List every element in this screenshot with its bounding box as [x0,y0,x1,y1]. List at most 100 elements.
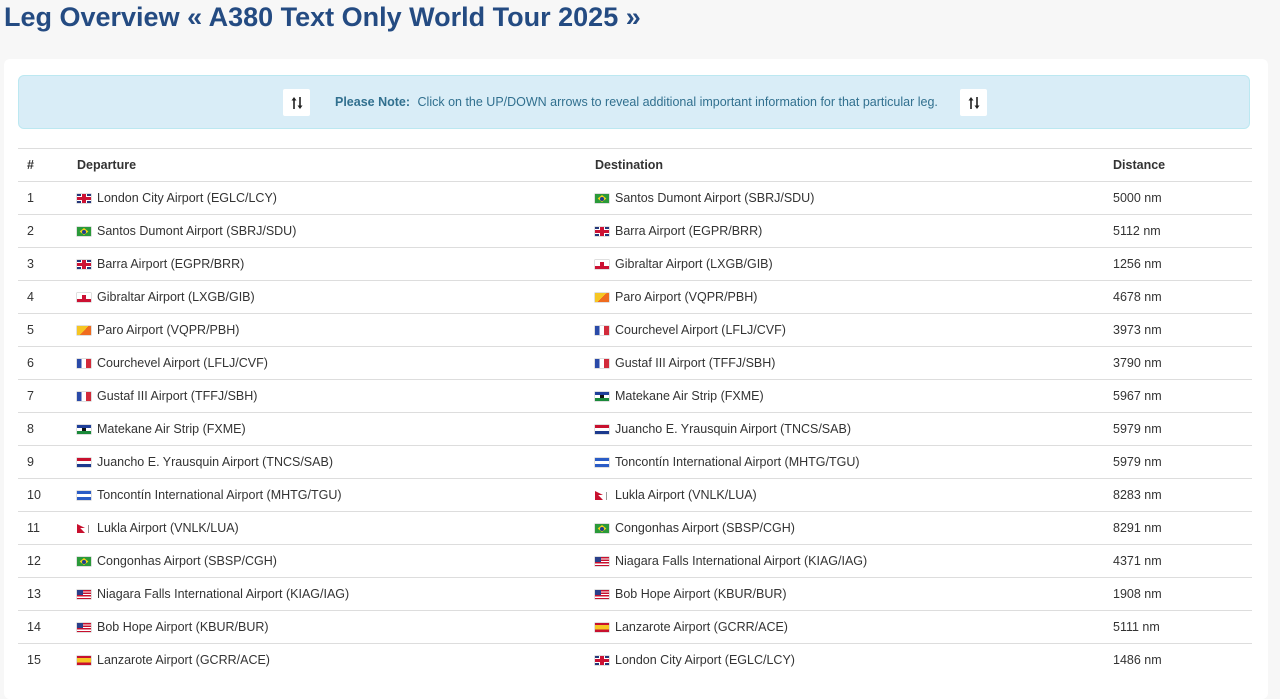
header-destination[interactable]: Destination [586,148,1104,182]
country-flag-icon [595,656,609,666]
destination-airport: Lanzarote Airport (GCRR/ACE) [615,620,788,634]
distance-cell: 5111 nm [1104,610,1252,644]
departure-airport: Courchevel Airport (LFLJ/CVF) [97,356,268,370]
departure-cell: Matekane Air Strip (FXME) [68,412,586,446]
destination-cell: Toncontín International Airport (MHTG/TG… [586,445,1104,479]
country-flag-icon [595,590,609,599]
distance-cell: 1908 nm [1104,577,1252,611]
info-note: Please Note: Click on the UP/DOWN arrows… [18,75,1250,129]
departure-airport: Santos Dumont Airport (SBRJ/SDU) [97,224,297,238]
leg-number: 2 [18,214,68,248]
table-row[interactable]: 6 Courchevel Airport (LFLJ/CVF) Gustaf III… [18,346,1252,380]
header-number[interactable]: # [18,148,68,182]
table-header-row: # Departure Destination Distance [18,148,1252,182]
country-flag-icon [77,194,91,203]
country-flag-icon [595,557,609,566]
leg-number: 8 [18,412,68,446]
table-row[interactable]: 1 London City Airport (EGLC/LCY) Santos Du… [18,181,1252,215]
leg-number: 5 [18,313,68,347]
destination-cell: Barra Airport (EGPR/BRR) [586,214,1104,248]
departure-airport: Lanzarote Airport (GCRR/ACE) [97,653,270,668]
distance-cell: 5967 nm [1104,379,1252,413]
destination-airport: Lukla Airport (VNLK/LUA) [615,488,757,502]
distance-cell: 3973 nm [1104,313,1252,347]
sort-toggle-button-right[interactable] [960,89,987,116]
leg-number: 1 [18,181,68,215]
table-row[interactable]: 13 Niagara Falls International Airport (K… [18,577,1252,611]
departure-cell: Toncontín International Airport (MHTG/TG… [68,478,586,512]
table-row[interactable]: 10 Toncontín International Airport (MHTG/… [18,478,1252,512]
country-flag-icon [595,359,609,368]
leg-number: 10 [18,478,68,512]
table-row[interactable]: 7 Gustaf III Airport (TFFJ/SBH) Matekane A… [18,379,1252,413]
country-flag-icon [595,623,609,632]
destination-airport: Congonhas Airport (SBSP/CGH) [615,521,795,535]
departure-cell: Courchevel Airport (LFLJ/CVF) [68,346,586,380]
departure-airport: Matekane Air Strip (FXME) [97,422,246,436]
destination-cell: Lukla Airport (VNLK/LUA) [586,478,1104,512]
destination-airport: London City Airport (EGLC/LCY) [615,653,795,668]
country-flag-icon [595,293,609,302]
country-flag-icon [77,491,91,500]
table-row[interactable]: 14 Bob Hope Airport (KBUR/BUR) Lanzarote A… [18,610,1252,644]
destination-cell: Congonhas Airport (SBSP/CGH) [586,511,1104,545]
table-row[interactable]: 11 Lukla Airport (VNLK/LUA) Congonhas Airp… [18,511,1252,545]
country-flag-icon [77,458,91,467]
table-row[interactable]: 3 Barra Airport (EGPR/BRR) Gibraltar Airpo… [18,247,1252,281]
leg-number: 4 [18,280,68,314]
departure-airport: Gibraltar Airport (LXGB/GIB) [97,290,255,304]
distance-cell: 4371 nm [1104,544,1252,578]
departure-cell: Congonhas Airport (SBSP/CGH) [68,544,586,578]
distance-cell: 1256 nm [1104,247,1252,281]
country-flag-icon [595,260,609,269]
leg-number: 12 [18,544,68,578]
country-flag-icon [595,491,609,500]
country-flag-icon [595,227,609,236]
departure-cell: Barra Airport (EGPR/BRR) [68,247,586,281]
header-distance[interactable]: Distance [1104,148,1252,182]
leg-number: 13 [18,577,68,611]
departure-cell: Gibraltar Airport (LXGB/GIB) [68,280,586,314]
destination-cell: London City Airport (EGLC/LCY) [586,643,1104,677]
distance-cell: 1486 nm [1104,643,1252,677]
table-row[interactable]: 4 Gibraltar Airport (LXGB/GIB) Paro Airpor… [18,280,1252,314]
distance-cell: 3790 nm [1104,346,1252,380]
destination-airport: Toncontín International Airport (MHTG/TG… [615,455,860,469]
country-flag-icon [77,392,91,401]
table-row[interactable]: 5 Paro Airport (VQPR/PBH) Courchevel Airpo… [18,313,1252,347]
up-down-arrows-icon [291,96,302,109]
distance-cell: 8291 nm [1104,511,1252,545]
departure-airport: Niagara Falls International Airport (KIA… [97,587,350,601]
departure-airport: Bob Hope Airport (KBUR/BUR) [97,620,269,634]
table-row[interactable]: 15 Lanzarote Airport (GCRR/ACE) London Cit… [18,643,1252,677]
leg-number: 11 [18,511,68,545]
distance-cell: 5000 nm [1104,181,1252,215]
header-departure[interactable]: Departure [68,148,586,182]
sort-toggle-button-left[interactable] [283,89,310,116]
destination-cell: Santos Dumont Airport (SBRJ/SDU) [586,181,1104,215]
leg-number: 6 [18,346,68,380]
table-row[interactable]: 8 Matekane Air Strip (FXME) Juancho E. Yra… [18,412,1252,446]
destination-airport: Courchevel Airport (LFLJ/CVF) [615,323,786,337]
note-label: Please Note: [335,95,411,109]
table-row[interactable]: 2 Santos Dumont Airport (SBRJ/SDU) Barra A… [18,214,1252,248]
destination-airport: Paro Airport (VQPR/PBH) [615,290,758,304]
page-title: Leg Overview « A380 Text Only World Tour… [4,2,641,32]
destination-cell: Lanzarote Airport (GCRR/ACE) [586,610,1104,644]
country-flag-icon [77,326,91,335]
departure-airport: Paro Airport (VQPR/PBH) [97,323,240,337]
table-row[interactable]: 9 Juancho E. Yrausquin Airport (TNCS/SAB)… [18,445,1252,479]
country-flag-icon [77,293,91,302]
departure-airport: Congonhas Airport (SBSP/CGH) [97,554,277,568]
table-row[interactable]: 12 Congonhas Airport (SBSP/CGH) Niagara Fa… [18,544,1252,578]
destination-airport: Barra Airport (EGPR/BRR) [615,224,763,238]
departure-airport: Barra Airport (EGPR/BRR) [97,257,245,271]
destination-cell: Paro Airport (VQPR/PBH) [586,280,1104,314]
distance-cell: 8283 nm [1104,478,1252,512]
departure-cell: Bob Hope Airport (KBUR/BUR) [68,610,586,644]
destination-cell: Niagara Falls International Airport (KIA… [586,544,1104,578]
destination-cell: Juancho E. Yrausquin Airport (TNCS/SAB) [586,412,1104,446]
destination-cell: Courchevel Airport (LFLJ/CVF) [586,313,1104,347]
destination-airport: Matekane Air Strip (FXME) [615,389,764,403]
departure-cell: Paro Airport (VQPR/PBH) [68,313,586,347]
